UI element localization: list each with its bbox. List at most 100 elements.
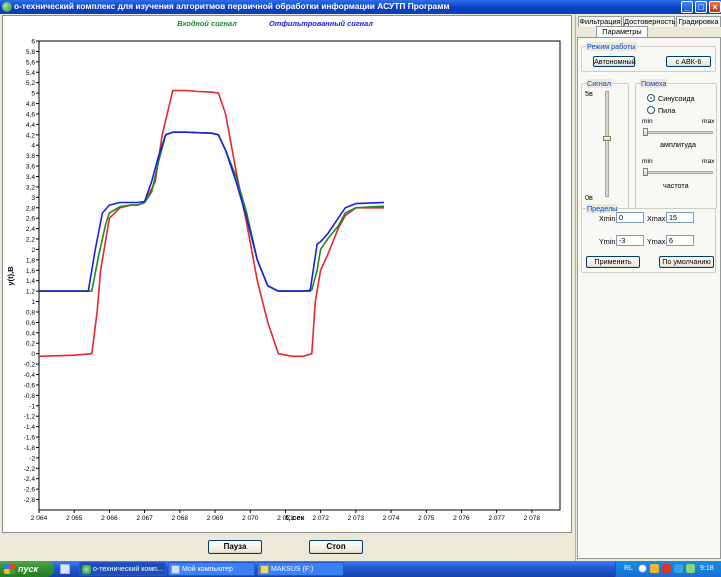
x-tick-label: 2 076	[453, 515, 470, 522]
saw-radio[interactable]	[647, 106, 655, 114]
y-axis-title: y(t),В	[6, 266, 15, 286]
ymin-label: Ymin	[599, 237, 616, 246]
system-tray: RL 9:18	[615, 561, 721, 577]
y-tick-label: 3,6	[26, 164, 35, 171]
ymax-input[interactable]: 6	[666, 235, 694, 246]
frequency-slider-thumb[interactable]	[643, 168, 648, 176]
app-icon	[82, 565, 91, 574]
window-titlebar[interactable]: о-технический комплекс для изучения алго…	[0, 0, 721, 14]
quicklaunch-desktop-icon[interactable]	[60, 564, 70, 574]
computer-icon	[171, 565, 180, 574]
y-tick-label: -1	[29, 403, 35, 410]
x-tick-label: 2 077	[488, 515, 505, 522]
y-tick-label: 4	[31, 143, 35, 150]
default-button[interactable]: По умолчанию	[659, 256, 714, 268]
y-tick-label: 0,4	[26, 330, 35, 337]
y-tick-label: 0	[31, 351, 35, 358]
signal-slider-track[interactable]	[605, 91, 609, 197]
frequency-max-label: max	[702, 158, 715, 165]
maximize-button[interactable]: □	[695, 1, 707, 13]
ymin-input[interactable]: -3	[616, 235, 644, 246]
tray-misc-icon[interactable]	[686, 564, 695, 573]
y-tick-label: 0,2	[26, 341, 35, 348]
amplitude-max-label: max	[702, 118, 715, 125]
sine-radio-label: Синусоида	[658, 94, 695, 103]
y-tick-label: 2,2	[26, 237, 35, 244]
chart-panel: Входной сигнал Отфильтрованный сигнал 6 5…	[2, 15, 572, 533]
amplitude-slider-track[interactable]	[643, 131, 713, 134]
x-axis-title: t, сек	[286, 513, 305, 522]
abk6-mode-button[interactable]: с АВК-6	[666, 56, 711, 67]
taskbar-item-drive[interactable]: MAKSUS (F:)	[257, 562, 344, 576]
tray-volume-icon[interactable]	[674, 564, 683, 573]
y-tick-label: 4,2	[26, 132, 35, 139]
amplitude-min-label: min	[642, 118, 653, 125]
stop-button[interactable]: Стоп	[309, 540, 363, 554]
language-indicator[interactable]: RL	[624, 565, 633, 572]
y-tick-label: 3,8	[26, 153, 35, 160]
signal-min-label: 0в	[585, 193, 593, 202]
y-tick-label: -0,2	[24, 362, 36, 369]
y-tick-label: 1,6	[26, 268, 35, 275]
amplitude-label: амплитуда	[660, 140, 696, 149]
tray-security-icon[interactable]	[662, 564, 671, 573]
tab-parameters[interactable]: Параметры	[596, 26, 648, 37]
x-tick-label: 2 066	[101, 515, 118, 522]
xmin-label: Xmin	[599, 214, 616, 223]
amplitude-slider-thumb[interactable]	[643, 128, 648, 136]
tab-calibration[interactable]: Градировка	[676, 16, 721, 27]
x-tick-label: 2 064	[31, 515, 48, 522]
apply-button[interactable]: Применить	[586, 256, 640, 268]
y-tick-label: 3	[31, 195, 35, 202]
y-tick-label: 5,6	[26, 59, 35, 66]
x-tick-label: 2 068	[172, 515, 189, 522]
plot-area	[38, 40, 561, 511]
limits-group-title: Пределы	[586, 204, 619, 213]
sine-radio[interactable]	[647, 94, 655, 102]
frequency-slider-track[interactable]	[643, 171, 713, 174]
taskbar-item-app[interactable]: о-технический комп...	[79, 562, 166, 576]
clock[interactable]: 9:18	[700, 565, 714, 572]
y-tick-label: 3,4	[26, 174, 35, 181]
frequency-min-label: min	[642, 158, 653, 165]
settings-panel: Фильтрация Достоверность Градировка Пара…	[575, 15, 721, 561]
taskbar-item-drive-label: MAKSUS (F:)	[271, 566, 314, 573]
taskbar: пуск о-технический комп... Мой компьютер…	[0, 561, 721, 577]
signal-slider-thumb[interactable]	[603, 136, 611, 141]
y-tick-label: 0,8	[26, 309, 35, 316]
close-button[interactable]: ×	[709, 1, 721, 13]
y-tick-label: 6	[31, 39, 35, 46]
y-tick-label: 3,2	[26, 184, 35, 191]
noise-group: Помеха Синусоида Пила min max амплитуда …	[635, 79, 717, 209]
xmax-input[interactable]: 15	[666, 212, 694, 223]
y-tick-label: 0,6	[26, 320, 35, 327]
y-tick-label: 1,4	[26, 278, 35, 285]
y-tick-label: 1,2	[26, 289, 35, 296]
saw-radio-label: Пила	[658, 106, 676, 115]
signal-group-title: Сигнал	[586, 79, 612, 88]
legend-filtered-signal: Отфильтрованный сигнал	[269, 19, 373, 28]
y-tick-label: -1,6	[24, 435, 36, 442]
autonomous-mode-button[interactable]: Автономный	[593, 56, 636, 67]
series-line-red	[38, 89, 384, 358]
noise-group-title: Помеха	[640, 79, 668, 88]
legend-input-signal: Входной сигнал	[177, 19, 237, 28]
x-tick-label: 2 073	[348, 515, 365, 522]
y-tick-label: 1	[31, 299, 35, 306]
taskbar-item-my-computer[interactable]: Мой компьютер	[168, 562, 255, 576]
xmin-input[interactable]: 0	[616, 212, 644, 223]
y-tick-label: -2,4	[24, 476, 36, 483]
pause-button[interactable]: Пауза	[208, 540, 262, 554]
y-tick-label: 2,4	[26, 226, 35, 233]
y-tick-label: 5	[31, 91, 35, 98]
x-tick-label: 2 075	[418, 515, 435, 522]
x-tick-label: 2 065	[66, 515, 83, 522]
signal-chart: Входной сигнал Отфильтрованный сигнал 6 5…	[6, 19, 561, 522]
y-tick-label: -2	[29, 455, 35, 462]
minimize-button[interactable]: _	[681, 1, 693, 13]
app-icon	[2, 2, 12, 12]
tray-app-icon[interactable]	[638, 564, 647, 573]
tray-network-icon[interactable]	[650, 564, 659, 573]
x-tick-label: 2 069	[207, 515, 224, 522]
mode-group-title: Режим работы	[586, 42, 637, 51]
